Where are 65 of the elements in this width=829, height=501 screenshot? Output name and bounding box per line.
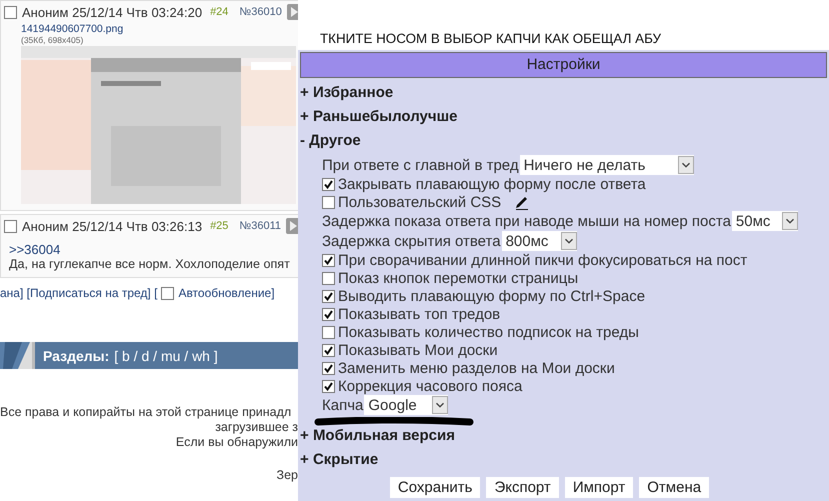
footer-text: Все права и копирайты на этой странице принадл <box>0 405 292 420</box>
option-label[interactable]: Закрывать плавающую форму после ответа <box>338 176 646 192</box>
checkbox[interactable] <box>322 362 335 374</box>
checkbox[interactable] <box>322 290 335 302</box>
section-header[interactable]: + Мобильная версия <box>300 427 827 445</box>
reply-link[interactable]: >>36004 <box>9 242 298 257</box>
file-info: (35Кб, 698x405) <box>21 35 84 45</box>
option-label[interactable]: При сворачивании длинной пикчи фокусироваться на пост <box>338 252 748 268</box>
dropdown[interactable]: Ничего не делать <box>520 155 694 175</box>
pencil-icon[interactable] <box>514 194 530 210</box>
footer-text: Если вы обнаружили <box>176 435 298 450</box>
section-header[interactable]: + Избранное <box>300 84 827 102</box>
post-number[interactable]: №36010 <box>239 6 282 18</box>
file-name-link[interactable]: 14194490607700.png <box>21 23 298 35</box>
board-links[interactable]: [ b / d / mu / wh ] <box>109 342 218 369</box>
notice-text: ТКНИТЕ НОСОМ В ВЫБОР КАПЧИ КАК ОБЕЩАЛ АБУ <box>320 31 662 46</box>
section-header[interactable]: - Другое <box>300 132 827 150</box>
footer-text: загрузившее з <box>215 420 298 435</box>
settings-button[interactable]: Импорт <box>564 477 634 498</box>
caret-icon[interactable] <box>432 396 448 414</box>
option-label: Задержка показа ответа при наводе мыши на номер поста <box>322 212 731 230</box>
option-label[interactable]: Показывать количество подписок на треды <box>338 324 639 340</box>
checkbox[interactable] <box>322 196 335 208</box>
caret-icon[interactable] <box>560 232 577 250</box>
checkbox[interactable] <box>322 178 335 190</box>
section-header[interactable]: + Раньшебылолучше <box>300 108 827 126</box>
section-header[interactable]: + Скрытие <box>300 451 827 469</box>
option-label[interactable]: Выводить плавающую форму по Ctrl+Space <box>338 288 646 304</box>
option-label[interactable]: Показывать топ тредов <box>338 306 500 322</box>
settings-button[interactable]: Отмена <box>639 477 710 498</box>
dropdown[interactable]: 50мс <box>732 211 798 231</box>
checkbox[interactable] <box>4 220 17 232</box>
option-label[interactable]: Пользовательский CSS <box>338 194 502 210</box>
checkbox[interactable] <box>322 380 335 392</box>
post-text: Да, на гуглекапче все норм. Хохлоподелие опят <box>9 257 291 271</box>
thread-links[interactable]: ана] [Подписаться на тред] [ <box>0 286 158 300</box>
option-label[interactable]: Показ кнопок перемотки страницы <box>338 270 578 286</box>
option-label: Капча <box>322 396 364 414</box>
caret-icon[interactable] <box>782 212 798 230</box>
checkbox[interactable] <box>322 254 335 266</box>
post-author-date: Аноним 25/12/14 Чтв 03:24:20 <box>22 4 202 20</box>
checkbox[interactable] <box>322 272 335 284</box>
option-label: Задержка скрытия ответа <box>322 232 501 250</box>
option-label: При ответе с главной в тред <box>322 156 519 174</box>
dropdown[interactable]: 800мс <box>502 231 577 251</box>
caret-icon[interactable] <box>678 156 694 174</box>
option-label[interactable]: Показывать Мои доски <box>338 342 498 358</box>
expand-icon[interactable] <box>286 4 298 20</box>
footer-text: Зер <box>276 468 298 483</box>
option-label[interactable]: Коррекция часового пояса <box>338 378 522 394</box>
logo-icon <box>0 342 35 369</box>
post-author-date: Аноним 25/12/14 Чтв 03:26:13 <box>22 218 202 234</box>
boards-label: Разделы: <box>42 347 110 366</box>
checkbox[interactable] <box>4 6 17 18</box>
checkbox[interactable] <box>322 326 335 338</box>
option-label[interactable]: Заменить меню разделов на Мои доски <box>338 360 615 376</box>
checkbox[interactable] <box>161 286 174 300</box>
settings-button[interactable]: Сохранить <box>390 477 480 498</box>
autoupdate-label[interactable]: Автообновление] <box>178 286 275 300</box>
settings-title: Настройки <box>300 52 827 78</box>
checkbox[interactable] <box>322 344 335 356</box>
dropdown[interactable]: Google <box>364 395 448 415</box>
checkbox[interactable] <box>322 308 335 320</box>
settings-button[interactable]: Экспорт <box>486 477 559 498</box>
post-number[interactable]: №36011 <box>239 220 281 232</box>
